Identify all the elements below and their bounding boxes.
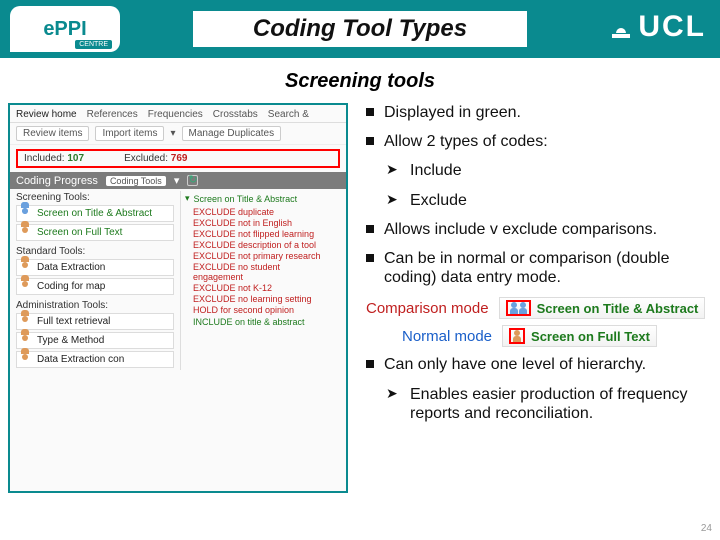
code-exclude[interactable]: EXCLUDE description of a tool <box>193 240 326 250</box>
subtab-review-items[interactable]: Review items <box>16 126 89 141</box>
chevron-down-icon[interactable]: ▾ <box>185 193 190 204</box>
bullet-displayed-green: Displayed in green. <box>366 103 710 122</box>
eppi-logo-text: ePPI <box>43 18 86 41</box>
subtab-manage-duplicates[interactable]: Manage Duplicates <box>182 126 282 141</box>
tool-screen-full-text[interactable]: Screen on Full Text <box>16 224 174 241</box>
normal-mode-label: Normal mode <box>402 328 492 345</box>
excluded-count: 769 <box>171 153 188 164</box>
bullet-one-level: Can only have one level of hierarchy. <box>366 355 710 374</box>
included-label: Included: <box>24 153 65 164</box>
code-exclude[interactable]: EXCLUDE duplicate <box>193 207 326 217</box>
screening-tools-label: Screening Tools: <box>10 189 180 203</box>
refresh-icon[interactable]: ↻ <box>187 175 198 186</box>
one-person-icon <box>509 328 525 344</box>
admin-tools-label: Administration Tools: <box>10 297 180 311</box>
tab-frequencies[interactable]: Frequencies <box>148 109 203 120</box>
bullet-two-types: Allow 2 types of codes: <box>366 132 710 151</box>
comparison-chip-label: Screen on Title & Abstract <box>537 301 699 316</box>
bullet-comparisons: Allows include v exclude comparisons. <box>366 220 710 239</box>
tab-crosstabs[interactable]: Crosstabs <box>213 109 258 120</box>
codes-panel-header: Screen on Title & Abstract <box>194 194 298 204</box>
comparison-mode-chip[interactable]: Screen on Title & Abstract <box>499 297 706 319</box>
coding-tools-pill[interactable]: Coding Tools <box>106 176 166 186</box>
page-number: 24 <box>701 523 712 534</box>
two-person-icon <box>506 300 531 316</box>
comparison-mode-label: Comparison mode <box>366 300 489 317</box>
tool-data-extraction[interactable]: Data Extraction <box>16 259 174 276</box>
code-exclude[interactable]: EXCLUDE no learning setting <box>193 294 326 304</box>
tool-full-text-retrieval[interactable]: Full text retrieval <box>16 313 174 330</box>
tab-search[interactable]: Search & <box>268 109 309 120</box>
app-screenshot: Review home References Frequencies Cross… <box>8 103 348 493</box>
bullet-modes: Can be in normal or comparison (double c… <box>366 249 710 287</box>
bullet-include: Include <box>376 161 710 180</box>
normal-mode-chip[interactable]: Screen on Full Text <box>502 325 657 347</box>
code-exclude[interactable]: EXCLUDE not in English <box>193 218 326 228</box>
eppi-logo-sub: CENTRE <box>75 40 112 49</box>
code-include[interactable]: INCLUDE on title & abstract <box>193 317 326 327</box>
codes-panel: ▾ Screen on Title & Abstract EXCLUDE dupl… <box>180 191 330 370</box>
tab-references[interactable]: References <box>87 109 138 120</box>
subtab-import-items[interactable]: Import items <box>95 126 164 141</box>
normal-chip-label: Screen on Full Text <box>531 329 650 344</box>
eppi-logo: ePPI CENTRE <box>10 6 120 52</box>
dropdown-icon[interactable]: ▾ <box>170 128 175 139</box>
code-exclude[interactable]: EXCLUDE not flipped learning <box>193 229 326 239</box>
tool-coding-for-map[interactable]: Coding for map <box>16 278 174 295</box>
include-exclude-highlight: Included: 107 Excluded: 769 <box>16 149 340 168</box>
ucl-logo: UCL <box>610 10 706 44</box>
slide-title: Coding Tool Types <box>253 15 467 43</box>
code-exclude[interactable]: EXCLUDE no student engagement <box>193 262 326 282</box>
ucl-dome-icon <box>610 16 632 38</box>
tool-screen-title-abstract[interactable]: Screen on Title & Abstract <box>16 205 174 222</box>
code-hold[interactable]: HOLD for second opinion <box>193 305 326 315</box>
code-exclude[interactable]: EXCLUDE not K-12 <box>193 283 326 293</box>
ucl-text: UCL <box>638 10 706 44</box>
tab-review-home[interactable]: Review home <box>16 109 77 120</box>
code-exclude[interactable]: EXCLUDE not primary research <box>193 251 326 261</box>
section-title: Coding Progress <box>16 175 98 187</box>
standard-tools-label: Standard Tools: <box>10 243 180 257</box>
dropdown-icon[interactable]: ▾ <box>174 174 180 187</box>
bullet-freq-reports: Enables easier production of frequency r… <box>376 385 710 423</box>
slide-subtitle: Screening tools <box>0 70 720 93</box>
excluded-label: Excluded: <box>124 153 168 164</box>
tool-data-extraction-con[interactable]: Data Extraction con <box>16 351 174 368</box>
tool-type-method[interactable]: Type & Method <box>16 332 174 349</box>
bullet-exclude: Exclude <box>376 191 710 210</box>
included-count: 107 <box>67 153 84 164</box>
